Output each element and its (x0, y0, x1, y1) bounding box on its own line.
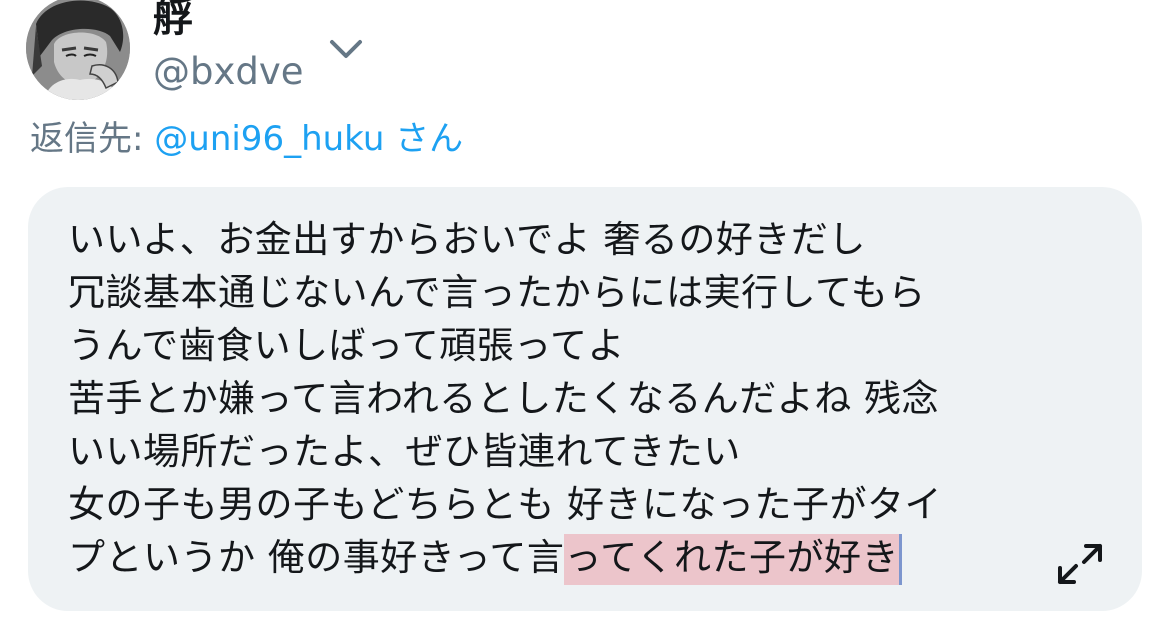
tweet-line: いい場所だったよ、ぜひ皆連れてきたい (68, 430, 741, 473)
reply-to-line: 返信先: @uni96_huku さん (30, 117, 463, 161)
tweet-line: 冗談基本通じないんで言ったからには実行してもら (68, 271, 926, 314)
tweet-line: 苦手とか嫌って言われるとしたくなるんだよね 残念 (68, 377, 940, 420)
display-name[interactable]: 艀 (153, 0, 193, 42)
tweet-line: いいよ、お金出すからおいでよ 奢るの好きだし (68, 218, 866, 261)
chevron-down-icon[interactable] (326, 34, 366, 64)
tweet-line: 女の子も男の子もどちらとも 好きになった子がタイ (68, 483, 943, 526)
tweet-line-plain: プというか 俺の事好きって言 (68, 536, 565, 579)
avatar[interactable] (26, 0, 130, 100)
expand-icon[interactable] (1056, 542, 1104, 586)
tweet-line: うんで歯食いしばって頑張ってよ (68, 324, 625, 367)
user-handle[interactable]: @bxdve (153, 50, 304, 94)
reply-prefix: 返信先: (30, 119, 155, 159)
selected-text-highlight[interactable]: ってくれた子が好き (564, 534, 902, 585)
reply-mention-link[interactable]: @uni96_huku (154, 119, 384, 159)
tweet-text: いいよ、お金出すからおいでよ 奢るの好きだし 冗談基本通じないんで言ったからには… (68, 213, 943, 585)
reply-suffix[interactable]: さん (384, 119, 463, 159)
avatar-image (26, 0, 130, 100)
tweet-line-last: プというか 俺の事好きって言ってくれた子が好き (68, 531, 942, 585)
